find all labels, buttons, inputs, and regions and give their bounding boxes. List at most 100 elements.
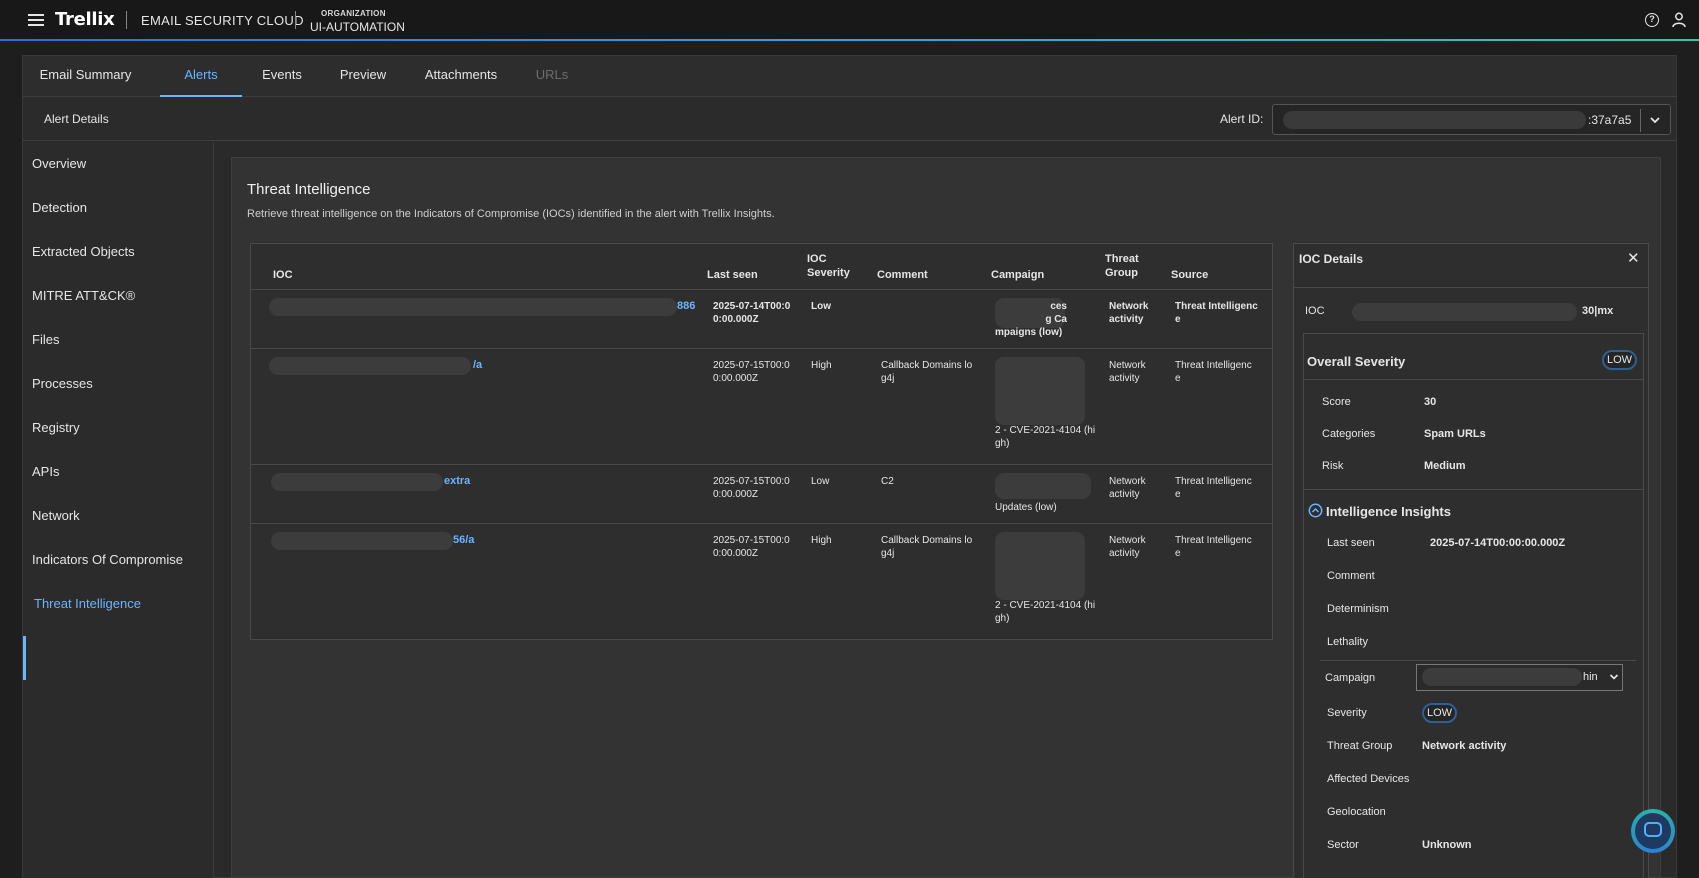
severity-cell: Low	[811, 301, 831, 312]
comment-cell: C2	[881, 476, 894, 487]
table-row[interactable]: 886 2025-07-14T00:0 0:00.000Z Low ces g Ca…	[251, 289, 1272, 348]
cell-line: activity	[1109, 373, 1140, 384]
alert-id-dropdown[interactable]: :37a7a5	[1272, 104, 1671, 135]
sidebar-item-registry[interactable]: Registry	[32, 420, 80, 435]
dropdown-divider	[1640, 109, 1641, 132]
redacted-mask	[995, 473, 1091, 499]
cell-line: Threat Intelligenc	[1175, 360, 1252, 371]
cell-line: 2025-07-15T00:0	[713, 476, 790, 487]
geolocation-label: Geolocation	[1327, 806, 1386, 818]
column-header-ioc-severity[interactable]: IOC Severity	[807, 252, 850, 280]
alert-id-label: Alert ID:	[1220, 112, 1264, 126]
ioc-link[interactable]: extra	[444, 475, 470, 487]
overall-severity-badge: LOW	[1602, 350, 1638, 370]
organization-value[interactable]: UI-AUTOMATION	[310, 20, 405, 34]
column-header-comment[interactable]: Comment	[877, 268, 928, 282]
cell-line: ces	[1050, 301, 1067, 312]
redacted-mask	[1422, 668, 1582, 686]
campaign-cell: 2 - CVE-2021-4104 (hi gh)	[995, 599, 1095, 625]
header-line: IOC	[807, 253, 827, 265]
sidebar-item-indicators-of-compromise[interactable]: Indicators Of Compromise	[32, 552, 183, 567]
ioc-link[interactable]: 56/a	[453, 534, 474, 546]
cell-line: 0:00.000Z	[713, 489, 759, 500]
table-row[interactable]: 56/a 2025-07-15T00:0 0:00.000Z High Callb…	[251, 523, 1272, 639]
sidebar-item-mitre-attack[interactable]: MITRE ATT&CK®	[32, 288, 135, 303]
cell-line: Network	[1109, 360, 1146, 371]
cell-line: 2025-07-15T00:0	[713, 360, 790, 371]
table-row[interactable]: extra 2025-07-15T00:0 0:00.000Z Low C2 Up…	[251, 464, 1272, 523]
sidebar-item-overview[interactable]: Overview	[32, 156, 86, 171]
user-icon[interactable]	[1672, 12, 1686, 28]
table-row[interactable]: /a 2025-07-15T00:0 0:00.000Z High Callbac…	[251, 348, 1272, 464]
tab-events[interactable]: Events	[242, 56, 322, 97]
cell-line: gh)	[995, 613, 1010, 624]
cell-line: activity	[1109, 314, 1144, 325]
tab-email-summary[interactable]: Email Summary	[23, 56, 148, 97]
column-header-threat-group[interactable]: Threat Group	[1105, 252, 1139, 280]
sidebar-item-apis[interactable]: APIs	[32, 464, 59, 479]
header-line: Threat	[1105, 253, 1139, 265]
sidebar-item-detection[interactable]: Detection	[32, 200, 87, 215]
campaign-cell-tail: mpaigns (low)	[995, 327, 1063, 338]
column-header-last-seen[interactable]: Last seen	[707, 268, 758, 282]
comment-label: Comment	[1327, 570, 1375, 582]
ioc-link[interactable]: 886	[677, 300, 695, 312]
last-seen-cell: 2025-07-15T00:0 0:00.000Z	[713, 534, 790, 560]
header-line: Group	[1105, 267, 1138, 279]
redacted-mask	[271, 532, 453, 550]
divider	[1320, 660, 1636, 661]
tab-bar: Email Summary Alerts Events Preview Atta…	[23, 56, 1676, 97]
sidebar-item-processes[interactable]: Processes	[32, 376, 93, 391]
tab-attachments[interactable]: Attachments	[404, 56, 518, 97]
chevron-down-icon	[1609, 674, 1619, 680]
sidebar-item-network[interactable]: Network	[32, 508, 80, 523]
threat-group-cell: Network activity	[1109, 475, 1146, 501]
collapse-chevron-icon[interactable]	[1308, 503, 1323, 518]
sidebar-item-threat-intelligence[interactable]: Threat Intelligence	[34, 596, 141, 611]
redacted-mask	[995, 532, 1085, 600]
cell-line: Threat Intelligenc	[1175, 476, 1252, 487]
source-cell: Threat Intelligenc e	[1175, 534, 1252, 560]
header-line: Severity	[807, 267, 850, 279]
ioc-details-title: IOC Details	[1299, 252, 1364, 266]
chevron-down-icon[interactable]	[1649, 111, 1661, 129]
last-seen-value: 2025-07-14T00:00:00.000Z	[1430, 537, 1566, 549]
column-header-ioc[interactable]: IOC	[273, 268, 293, 282]
redacted-mask	[1283, 111, 1586, 129]
cell-line: e	[1175, 314, 1181, 325]
divider	[1304, 379, 1643, 380]
cell-line: Network	[1109, 476, 1146, 487]
campaign-dropdown[interactable]: hin	[1416, 664, 1623, 691]
topbar-divider	[126, 11, 127, 29]
column-header-campaign[interactable]: Campaign	[991, 268, 1044, 282]
chat-support-button[interactable]	[1631, 809, 1675, 853]
source-cell: Threat Intelligenc e	[1175, 300, 1258, 326]
tab-alerts[interactable]: Alerts	[160, 56, 242, 97]
last-seen-cell: 2025-07-15T00:0 0:00.000Z	[713, 359, 790, 385]
trellix-logo[interactable]: Trellix	[55, 9, 115, 30]
sidebar-item-extracted-objects[interactable]: Extracted Objects	[32, 244, 135, 259]
categories-value: Spam URLs	[1424, 428, 1486, 440]
ioc-link[interactable]: /a	[473, 359, 482, 371]
severity-badge: LOW	[1422, 703, 1458, 723]
chat-icon-background	[1635, 813, 1671, 849]
cell-line: Threat Intelligenc	[1175, 301, 1258, 312]
tab-preview[interactable]: Preview	[322, 56, 404, 97]
sidebar-item-files[interactable]: Files	[32, 332, 59, 347]
intelligence-insights-title[interactable]: Intelligence Insights	[1326, 504, 1451, 519]
top-bar: Trellix EMAIL SECURITY CLOUD ORGANIZATIO…	[0, 0, 1699, 40]
ioc-label: IOC	[1305, 305, 1325, 317]
chat-icon	[1644, 822, 1662, 837]
campaign-cell: ces g Ca	[995, 300, 1095, 326]
cell-line: g Ca	[1045, 314, 1067, 325]
close-icon[interactable]: ✕	[1627, 249, 1640, 267]
column-header-source[interactable]: Source	[1171, 268, 1208, 282]
help-icon[interactable]: ?	[1645, 13, 1659, 27]
cell-line: 2 - CVE-2021-4104 (hi	[995, 425, 1096, 436]
severity-label: Severity	[1327, 707, 1367, 719]
lethality-label: Lethality	[1327, 636, 1368, 648]
redacted-mask	[269, 298, 677, 316]
hamburger-menu-icon[interactable]	[28, 14, 44, 26]
cell-line: 2025-07-14T00:0	[713, 301, 791, 312]
redacted-mask	[995, 357, 1085, 425]
